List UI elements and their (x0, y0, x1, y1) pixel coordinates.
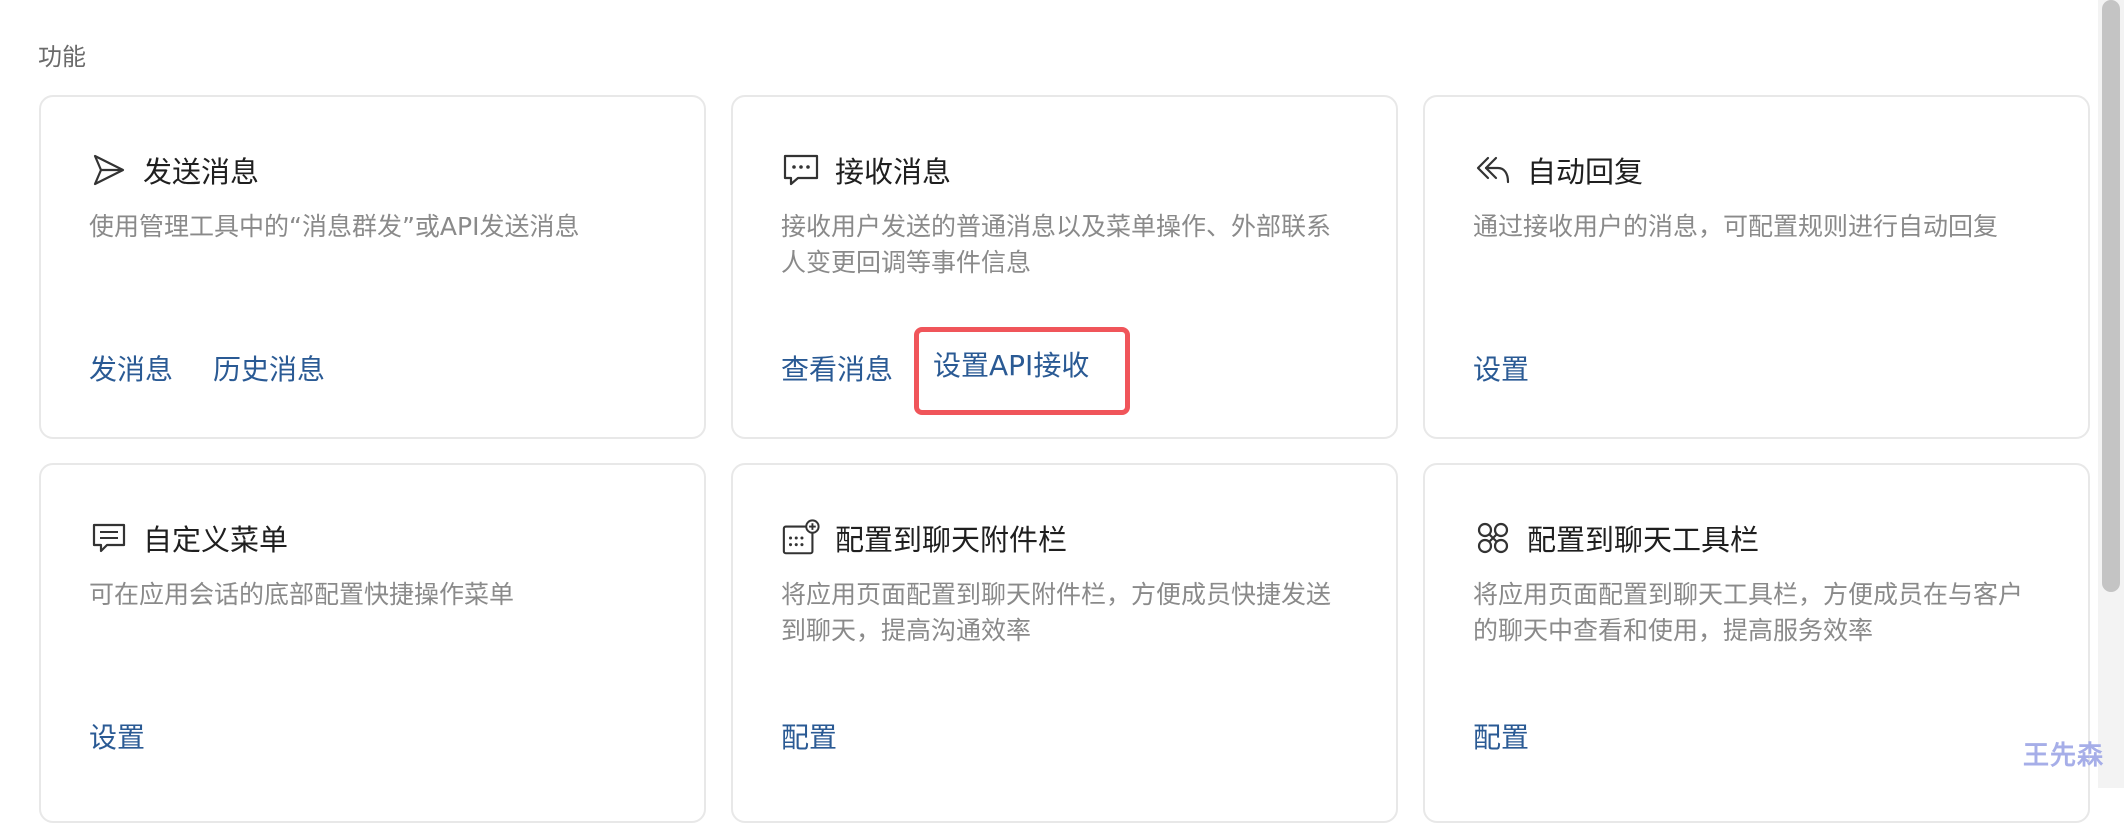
card-custom-menu: 自定义菜单 可在应用会话的底部配置快捷操作菜单 设置 (39, 463, 706, 823)
card-toolbar: 配置到聊天工具栏 将应用页面配置到聊天工具栏，方便成员在与客户的聊天中查看和使用… (1423, 463, 2090, 823)
history-message-link[interactable]: 历史消息 (213, 350, 325, 390)
card-description: 接收用户发送的普通消息以及菜单操作、外部联系人变更回调等事件信息 (781, 212, 1332, 277)
card-title: 自动回复 (1527, 155, 1644, 189)
card-description: 通过接收用户的消息，可配置规则进行自动回复 (1473, 212, 1999, 241)
card-header: 配置到聊天工具栏 (1473, 514, 1759, 562)
send-message-link[interactable]: 发消息 (89, 350, 173, 390)
custom-menu-settings-link[interactable]: 设置 (89, 718, 145, 758)
card-title: 发送消息 (143, 155, 260, 189)
card-send-message: 发送消息 使用管理工具中的“消息群发”或API发送消息 发消息 历史消息 (39, 95, 706, 439)
vertical-scrollbar[interactable] (2098, 0, 2124, 788)
card-actions: 配置 (1473, 718, 1529, 758)
card-actions: 查看消息 设置API接收 (781, 327, 1131, 415)
section-title: 功能 (38, 43, 86, 71)
card-header: 发送消息 (89, 146, 259, 194)
scrollbar-thumb[interactable] (2102, 0, 2120, 592)
reply-icon (1473, 150, 1513, 190)
card-header: 配置到聊天附件栏 (781, 514, 1067, 562)
card-actions: 配置 (781, 718, 837, 758)
card-actions: 设置 (1473, 350, 1529, 390)
card-auto-reply: 自动回复 通过接收用户的消息，可配置规则进行自动回复 设置 (1423, 95, 2090, 439)
attachment-bar-icon (781, 518, 821, 558)
card-header: 自动回复 (1473, 146, 1643, 194)
watermark: 王先森 (2022, 741, 2104, 771)
auto-reply-settings-link[interactable]: 设置 (1473, 350, 1529, 390)
card-title: 自定义菜单 (143, 523, 289, 557)
card-title: 配置到聊天附件栏 (835, 523, 1068, 557)
card-header: 接收消息 (781, 146, 951, 194)
set-api-receive-link[interactable]: 设置API接收 (914, 327, 1131, 415)
card-actions: 设置 (89, 718, 145, 758)
card-description: 可在应用会话的底部配置快捷操作菜单 (89, 580, 515, 609)
card-description: 将应用页面配置到聊天附件栏，方便成员快捷发送到聊天，提高沟通效率 (781, 580, 1332, 645)
card-description: 使用管理工具中的“消息群发”或API发送消息 (89, 212, 580, 241)
attachment-bar-config-link[interactable]: 配置 (781, 718, 837, 758)
card-title: 配置到聊天工具栏 (1527, 523, 1760, 557)
menu-icon (89, 518, 129, 558)
toolbar-config-link[interactable]: 配置 (1473, 718, 1529, 758)
toolbar-icon (1473, 518, 1513, 558)
card-attachment-bar: 配置到聊天附件栏 将应用页面配置到聊天附件栏，方便成员快捷发送到聊天，提高沟通效… (731, 463, 1398, 823)
send-icon (89, 150, 129, 190)
message-bubble-icon (781, 150, 821, 190)
card-description: 将应用页面配置到聊天工具栏，方便成员在与客户的聊天中查看和使用，提高服务效率 (1473, 580, 2024, 645)
card-receive-message: 接收消息 接收用户发送的普通消息以及菜单操作、外部联系人变更回调等事件信息 查看… (731, 95, 1398, 439)
card-actions: 发消息 历史消息 (89, 350, 325, 390)
view-messages-link[interactable]: 查看消息 (781, 350, 893, 410)
card-header: 自定义菜单 (89, 514, 288, 562)
card-title: 接收消息 (835, 155, 952, 189)
